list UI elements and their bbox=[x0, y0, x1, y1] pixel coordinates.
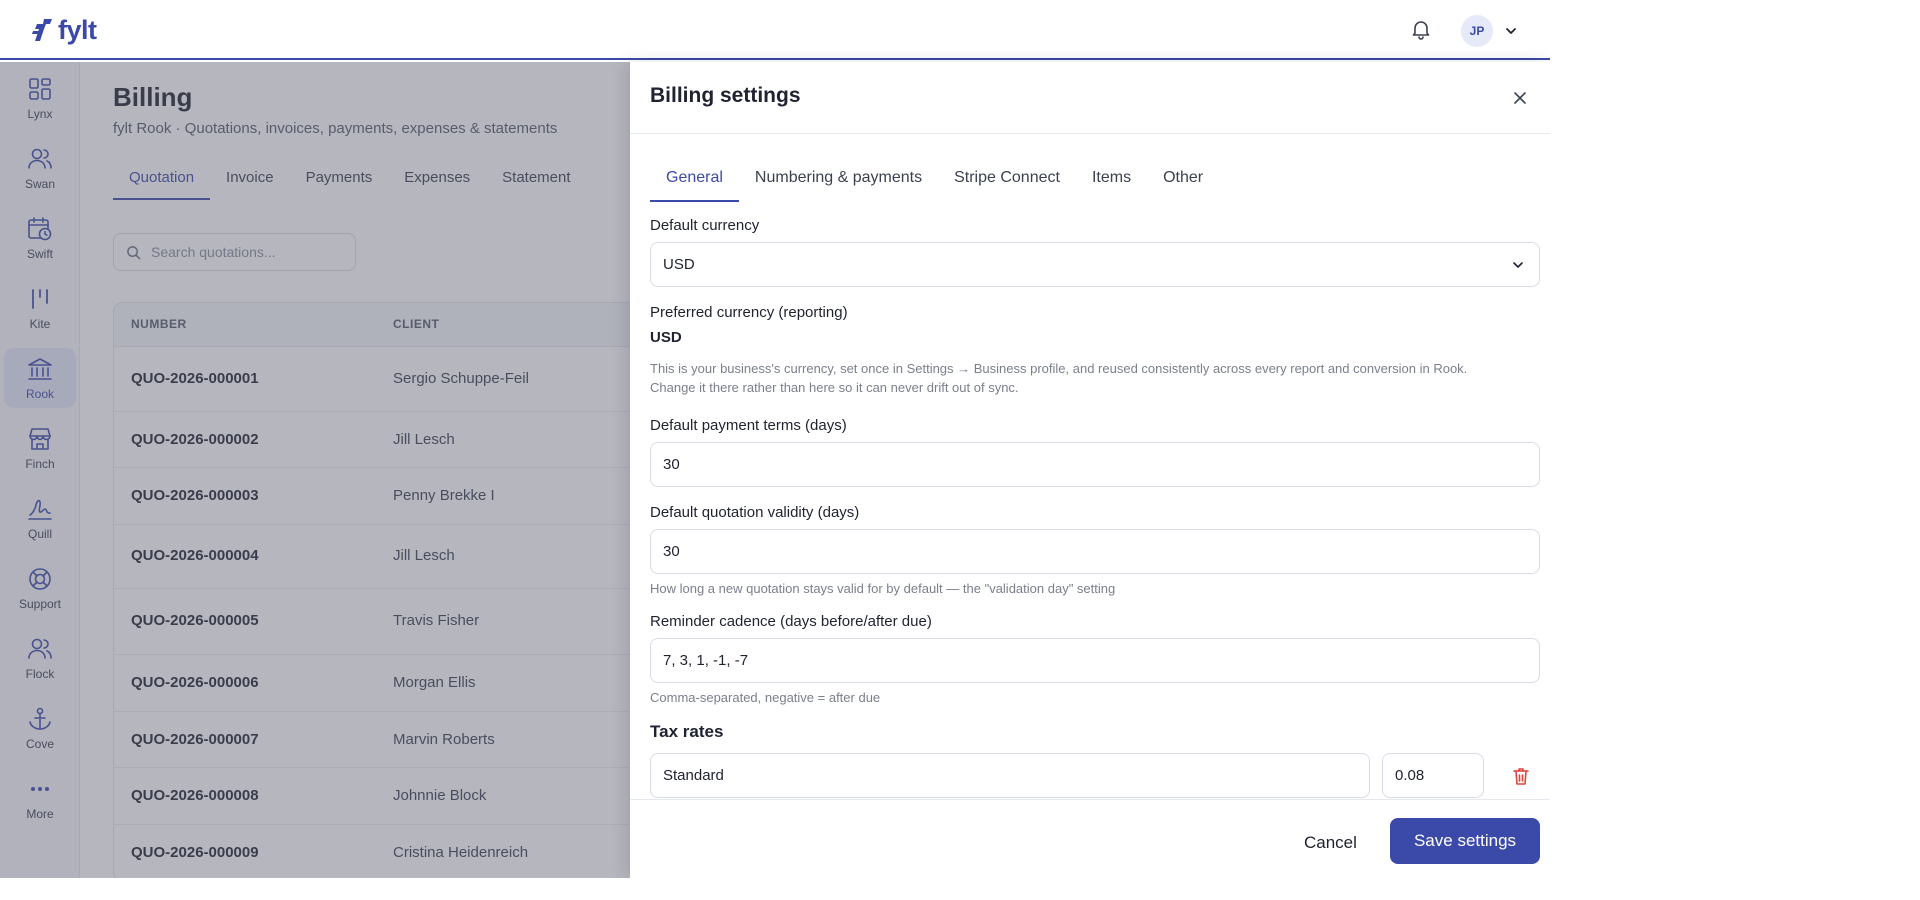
payment-terms-label: Default payment terms (days) bbox=[650, 417, 847, 434]
close-icon bbox=[1514, 92, 1526, 104]
tax-rate-name-input[interactable]: Standard bbox=[650, 753, 1370, 798]
chevron-down-icon bbox=[1513, 262, 1523, 268]
tab-items[interactable]: Items bbox=[1076, 158, 1147, 202]
tax-rate-value-input[interactable]: 0.08 bbox=[1382, 753, 1484, 798]
preferred-currency-help-line-2: Change it there rather than here so it c… bbox=[650, 380, 1019, 395]
chevron-down-icon[interactable] bbox=[1504, 24, 1518, 38]
quotation-validity-input[interactable]: 30 bbox=[650, 529, 1540, 574]
bell-icon[interactable] bbox=[1409, 17, 1433, 41]
tab-stripe-connect[interactable]: Stripe Connect bbox=[938, 158, 1076, 202]
tab-numbering-payments[interactable]: Numbering & payments bbox=[739, 158, 938, 202]
quotation-validity-label: Default quotation validity (days) bbox=[650, 504, 860, 521]
preferred-currency-help-line-1: This is your business's currency, set on… bbox=[650, 361, 1468, 376]
brand-name: fylt bbox=[58, 14, 97, 45]
reminder-cadence-value: 7, 3, 1, -1, -7 bbox=[663, 652, 749, 669]
settings-tabs: General Numbering & payments Stripe Conn… bbox=[650, 158, 1219, 202]
save-settings-button[interactable]: Save settings bbox=[1390, 818, 1540, 864]
top-bar: fylt JP bbox=[0, 0, 1550, 60]
tax-rate-value: 0.08 bbox=[1395, 767, 1425, 784]
quotation-validity-help: How long a new quotation stays valid for… bbox=[650, 581, 1116, 596]
close-button[interactable] bbox=[1510, 88, 1530, 108]
drawer-header: Billing settings bbox=[630, 62, 1550, 134]
payment-terms-value: 30 bbox=[663, 456, 680, 473]
default-currency-value: USD bbox=[663, 256, 695, 273]
app-window: fylt JP Lynx Swan Swift Kite Rook Finch … bbox=[0, 0, 1550, 878]
reminder-cadence-label: Reminder cadence (days before/after due) bbox=[650, 613, 932, 630]
default-currency-select[interactable]: USD bbox=[650, 242, 1540, 287]
billing-settings-drawer: Billing settings General Numbering & pay… bbox=[630, 62, 1550, 878]
tax-rate-name-value: Standard bbox=[663, 767, 724, 784]
default-currency-label: Default currency bbox=[650, 217, 760, 234]
payment-terms-input[interactable]: 30 bbox=[650, 442, 1540, 487]
fylt-logo-icon bbox=[32, 19, 52, 41]
tab-other[interactable]: Other bbox=[1147, 158, 1219, 202]
user-avatar[interactable]: JP bbox=[1461, 15, 1493, 47]
tab-general[interactable]: General bbox=[650, 158, 739, 202]
cancel-button[interactable]: Cancel bbox=[1288, 820, 1373, 865]
trash-icon[interactable] bbox=[1510, 765, 1532, 787]
preferred-currency-label: Preferred currency (reporting) bbox=[650, 304, 848, 321]
tax-rates-title: Tax rates bbox=[650, 722, 724, 741]
drawer-footer: Cancel Save settings bbox=[630, 799, 1550, 878]
drawer-title: Billing settings bbox=[650, 84, 801, 107]
reminder-cadence-input[interactable]: 7, 3, 1, -1, -7 bbox=[650, 638, 1540, 683]
quotation-validity-value: 30 bbox=[663, 543, 680, 560]
preferred-currency-value: USD bbox=[650, 329, 682, 346]
reminder-cadence-help: Comma-separated, negative = after due bbox=[650, 690, 881, 705]
brand-logo[interactable]: fylt bbox=[30, 14, 97, 45]
